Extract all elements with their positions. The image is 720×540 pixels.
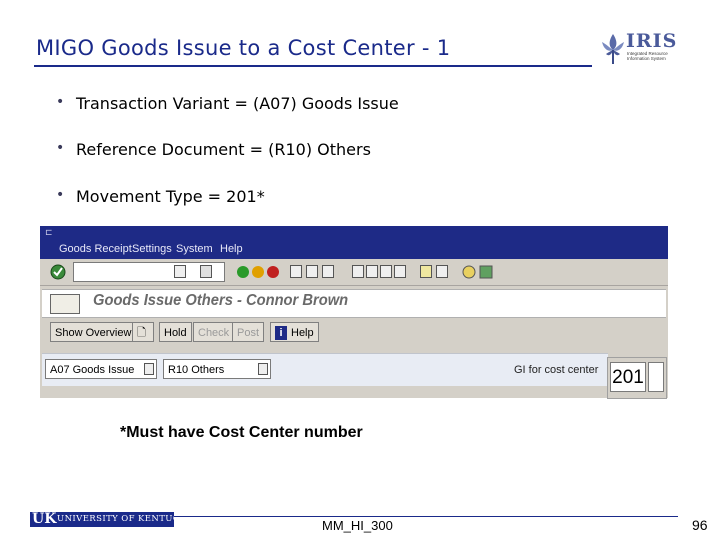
bullet-dot-icon: • — [56, 187, 65, 203]
uk-logo-mark: UK — [32, 511, 57, 527]
menu-help[interactable]: Help — [220, 243, 243, 255]
check-button[interactable]: Check — [193, 322, 235, 342]
bullet-movement-type: • Movement Type = 201* — [56, 187, 265, 206]
menu-system[interactable]: System — [176, 243, 213, 255]
iris-logo-word: IRIS — [626, 30, 678, 52]
help-button[interactable]: i Help — [270, 322, 319, 342]
course-code: MM_HI_300 — [322, 518, 393, 533]
slide-title: MIGO Goods Issue to a Cost Center - 1 — [36, 36, 451, 60]
bullet-transaction-variant: • Transaction Variant = (A07) Goods Issue — [56, 94, 399, 113]
sap-window-title: Goods Issue Others - Connor Brown — [93, 292, 349, 309]
window-menu-icon[interactable]: ⊏ — [45, 228, 53, 238]
dropdown-arrow-icon[interactable] — [258, 363, 268, 375]
save-icon[interactable] — [200, 265, 212, 278]
find-next-icon[interactable] — [322, 265, 334, 278]
enter-check-icon[interactable] — [50, 264, 66, 280]
hold-button[interactable]: Hold — [159, 322, 192, 342]
reference-document-dropdown[interactable]: R10 Others — [163, 359, 271, 379]
bullet-reference-document: • Reference Document = (R10) Others — [56, 140, 371, 159]
movement-type-search-help[interactable] — [648, 362, 664, 392]
iris-logo-subtitle: Integrated Resource Information System — [627, 51, 668, 61]
navigation-icons — [237, 266, 279, 278]
document-icon — [50, 294, 80, 314]
iris-flower-icon — [602, 34, 624, 64]
menu-goods-receipt[interactable]: Goods Receipt — [59, 243, 132, 255]
title-underline — [34, 65, 592, 67]
new-session-icon[interactable] — [420, 265, 432, 278]
document-icon: 🗋 — [137, 327, 146, 339]
new-document-button[interactable]: 🗋 — [132, 322, 154, 342]
footer-rule — [174, 516, 678, 517]
previous-page-icon[interactable] — [366, 265, 378, 278]
cost-center-note: *Must have Cost Center number — [120, 424, 363, 441]
bullet-dot-icon: • — [56, 94, 65, 110]
page-number: 96 — [692, 517, 708, 533]
menu-settings[interactable]: Settings — [132, 243, 172, 255]
show-overview-button[interactable]: Show Overview — [50, 322, 137, 342]
find-icon[interactable] — [306, 265, 318, 278]
purpose-label: GI for cost center — [514, 364, 599, 376]
info-icon: i — [275, 326, 287, 341]
post-button[interactable]: Post — [232, 322, 265, 342]
transaction-variant-dropdown[interactable]: A07 Goods Issue — [45, 359, 157, 379]
movement-type-field[interactable]: 201 — [610, 362, 646, 392]
print-icon[interactable] — [290, 265, 302, 278]
uk-logo-text: UNIVERSITY OF KENTUCKY — [57, 514, 193, 524]
bullet-dot-icon: • — [56, 140, 65, 156]
next-page-icon[interactable] — [380, 265, 392, 278]
shortcut-icon[interactable] — [436, 265, 448, 278]
command-history-icon[interactable] — [174, 265, 186, 278]
last-page-icon[interactable] — [394, 265, 406, 278]
help-layout-icons[interactable] — [462, 264, 494, 280]
dropdown-arrow-icon[interactable] — [144, 363, 154, 375]
first-page-icon[interactable] — [352, 265, 364, 278]
